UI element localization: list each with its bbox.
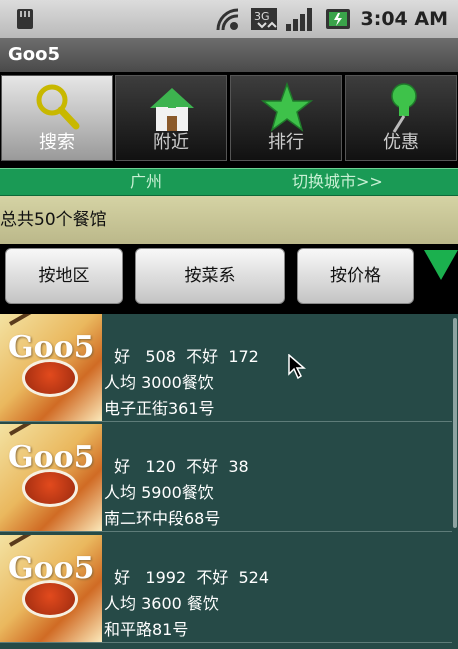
switch-city-link[interactable]: 切换城市>> bbox=[292, 169, 383, 195]
restaurant-info: 好 508 不好 172 人均 3000餐饮 电子正街361号 bbox=[104, 344, 259, 422]
thumbnail-logo: Goo5 bbox=[8, 440, 95, 475]
restaurant-thumbnail: Goo5 bbox=[0, 424, 102, 531]
wifi-icon bbox=[216, 8, 239, 31]
sd-card-icon bbox=[17, 9, 33, 29]
list-item[interactable]: Goo5 好 120 不好 38 人均 5900餐饮 南二环中段68号 bbox=[0, 424, 452, 532]
list-item[interactable]: Goo5 好 1992 不好 524 人均 3600 餐饮 和平路81号 bbox=[0, 535, 452, 643]
address-line: 电子正街361号 bbox=[104, 399, 215, 418]
tab-search[interactable]: 搜索 bbox=[1, 75, 113, 161]
list-scrollbar[interactable] bbox=[452, 314, 458, 649]
filter-by-cuisine-button[interactable]: 按菜系 bbox=[135, 248, 285, 304]
3g-data-icon: 3G bbox=[251, 8, 277, 30]
address-line: 南二环中段68号 bbox=[104, 509, 221, 528]
status-time: 3:04 AM bbox=[360, 8, 449, 30]
thumbnail-logo: Goo5 bbox=[8, 551, 95, 586]
tab-search-label: 搜索 bbox=[39, 132, 75, 153]
current-city: 广州 bbox=[130, 172, 163, 191]
battery-charging-icon bbox=[326, 9, 350, 29]
restaurant-list[interactable]: Goo5 好 508 不好 172 人均 3000餐饮 电子正街361号 Goo… bbox=[0, 314, 458, 649]
scrollbar-thumb[interactable] bbox=[453, 318, 457, 528]
app-title: Goo5 bbox=[0, 38, 458, 72]
price-line: 人均 3600 餐饮 bbox=[104, 594, 219, 613]
restaurant-info: 好 1992 不好 524 人均 3600 餐饮 和平路81号 bbox=[104, 565, 269, 643]
address-line: 和平路81号 bbox=[104, 620, 189, 639]
restaurant-info: 好 120 不好 38 人均 5900餐饮 南二环中段68号 bbox=[104, 454, 249, 532]
thumbnail-logo: Goo5 bbox=[8, 330, 95, 365]
tab-bar: 搜索 附近 排行 优惠 bbox=[0, 72, 458, 164]
filter-bar: 按地区 按菜系 按价格 bbox=[0, 244, 458, 312]
status-bar: 3G 3:04 AM bbox=[0, 0, 458, 38]
tab-ranking[interactable]: 排行 bbox=[230, 75, 342, 161]
rating-line: 好 1992 不好 524 bbox=[104, 568, 270, 587]
tab-deals-label: 优惠 bbox=[383, 132, 419, 153]
price-line: 人均 5900餐饮 bbox=[104, 483, 214, 502]
svg-text:3G: 3G bbox=[254, 10, 270, 23]
restaurant-thumbnail: Goo5 bbox=[0, 314, 102, 421]
tab-ranking-label: 排行 bbox=[268, 132, 304, 153]
filter-by-price-button[interactable]: 按价格 bbox=[297, 248, 414, 304]
rating-line: 好 120 不好 38 bbox=[104, 457, 249, 476]
tab-nearby-label: 附近 bbox=[153, 132, 189, 153]
signal-icon bbox=[286, 8, 312, 31]
price-line: 人均 3000餐饮 bbox=[104, 373, 214, 392]
rating-line: 好 508 不好 172 bbox=[104, 347, 259, 366]
restaurant-count: 总共50个餐馆 bbox=[0, 196, 458, 244]
mouse-cursor-icon bbox=[288, 354, 306, 380]
filter-by-area-button[interactable]: 按地区 bbox=[5, 248, 123, 304]
city-bar: 广州 切换城市>> bbox=[0, 168, 458, 196]
tab-nearby[interactable]: 附近 bbox=[115, 75, 227, 161]
list-item[interactable]: Goo5 好 508 不好 172 人均 3000餐饮 电子正街361号 bbox=[0, 314, 452, 422]
expand-triangle-icon[interactable] bbox=[424, 250, 458, 280]
restaurant-thumbnail: Goo5 bbox=[0, 535, 102, 642]
tab-deals[interactable]: 优惠 bbox=[345, 75, 457, 161]
